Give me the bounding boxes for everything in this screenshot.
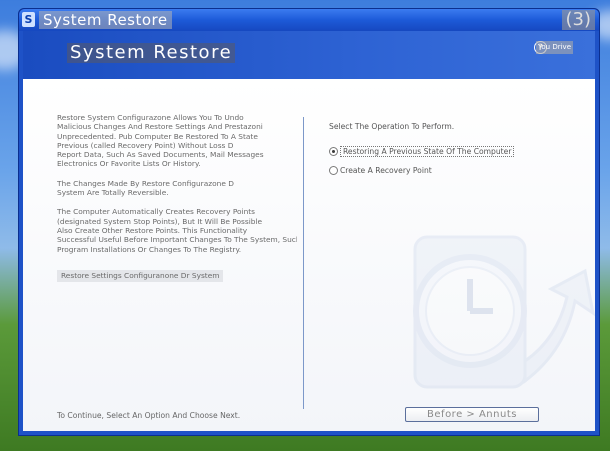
page-title: System Restore xyxy=(67,43,236,63)
content-panel: Restore System Configurazone Allows You … xyxy=(23,79,596,431)
operation-column: Select The Operation To Perform. Restori… xyxy=(329,122,515,183)
create-recovery-point-option[interactable]: Create A Recovery Point xyxy=(329,164,514,177)
header-band: System Restore ? You Drive xyxy=(23,31,595,79)
description-line: Successful Useful Before Important Chang… xyxy=(57,235,297,245)
description-line: Restore System Configurazone Allows You … xyxy=(57,113,244,122)
description-line: Malicious Changes And Restore Settings A… xyxy=(57,122,263,132)
restore-previous-state-option[interactable]: Restoring A Previous State Of The Comput… xyxy=(329,145,515,158)
column-divider xyxy=(303,117,304,409)
restore-settings-link[interactable]: Restore Settings Configuranone Dr System xyxy=(57,269,224,282)
description-line: (designated System Stop Points), But It … xyxy=(57,216,263,226)
title-bar[interactable]: S System Restore (3) xyxy=(19,9,599,31)
description-line: Unprecedented. Pub Computer Be Restored … xyxy=(57,131,258,141)
continue-instruction: To Continue, Select An Option And Choose… xyxy=(57,411,241,420)
radio-checked-icon[interactable] xyxy=(329,147,338,156)
option-label[interactable]: Restoring A Previous State Of The Comput… xyxy=(340,146,515,157)
description-line: System Are Totally Reversible. xyxy=(57,188,169,198)
description-line: Electronics Or Favorite Lists Or History… xyxy=(57,159,201,169)
radio-unchecked-icon[interactable] xyxy=(329,166,338,175)
window-client-area: System Restore ? You Drive Restore Syste… xyxy=(23,31,596,431)
description-line: Also Create Other Restore Points. This F… xyxy=(57,225,248,235)
description-paragraph: The Changes Made By Restore Configurazon… xyxy=(57,179,297,198)
description-paragraph: The Computer Automatically Creates Recov… xyxy=(57,207,297,253)
description-column: Restore System Configurazone Allows You … xyxy=(57,113,297,282)
next-button[interactable]: Before > Annuts xyxy=(405,407,539,422)
system-restore-window: S System Restore (3) System Restore ? Yo… xyxy=(18,8,600,436)
description-line: The Computer Automatically Creates Recov… xyxy=(57,207,256,217)
system-restore-icon: S xyxy=(22,12,35,27)
description-line: The Changes Made By Restore Configurazon… xyxy=(57,178,234,188)
option-label[interactable]: Create A Recovery Point xyxy=(340,166,432,175)
description-line: Previous (called Recovery Point) Without… xyxy=(57,140,234,150)
operation-title: Select The Operation To Perform. xyxy=(329,122,455,131)
description-line: Program Installations Or Changes To The … xyxy=(57,244,242,254)
window-title: System Restore xyxy=(39,11,172,29)
description-paragraph: Restore System Configurazone Allows You … xyxy=(57,113,297,169)
clock-illustration xyxy=(413,235,596,389)
description-line: Report Data, Such As Saved Documents, Ma… xyxy=(57,150,264,160)
title-badge: (3) xyxy=(561,10,595,30)
help-link[interactable]: You Drive xyxy=(536,41,573,54)
